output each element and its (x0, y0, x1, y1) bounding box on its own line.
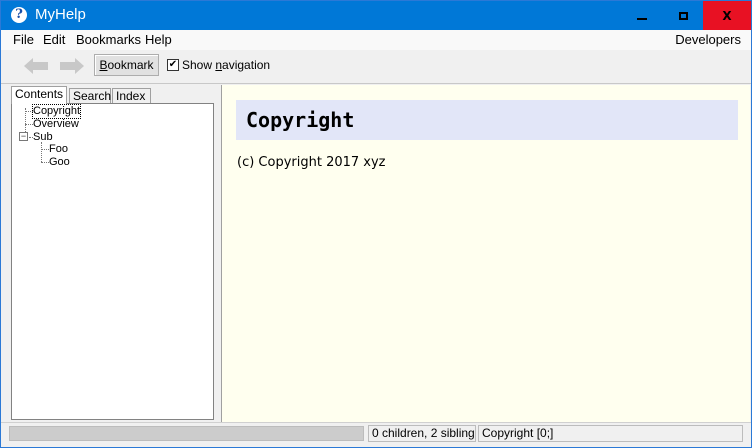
status-location: Copyright [0;] (478, 425, 743, 442)
maximize-icon (679, 11, 688, 20)
menu-file[interactable]: File (13, 32, 34, 48)
menu-edit[interactable]: Edit (43, 32, 65, 48)
show-navigation-label[interactable]: Show navigation (182, 58, 270, 72)
back-arrow-icon[interactable] (23, 57, 49, 75)
tree-connector (41, 162, 49, 163)
tree-connector (41, 142, 42, 162)
tab-search[interactable]: Search (69, 88, 111, 104)
content-pane[interactable]: Copyright (c) Copyright 2017 xyz (221, 85, 750, 422)
toolbar: Bookmark ✔ Show navigation (1, 50, 751, 84)
status-bar: 0 children, 2 siblings Copyright [0;] (1, 422, 751, 447)
forward-arrow-icon[interactable] (59, 57, 85, 75)
maximize-button[interactable] (661, 1, 706, 30)
app-window: ? MyHelp X File Edit Bookmarks Help Deve… (0, 0, 752, 448)
close-button[interactable]: X (703, 1, 751, 30)
menu-bookmarks[interactable]: Bookmarks (76, 32, 141, 48)
show-navigation-checkbox[interactable]: ✔ (167, 59, 179, 71)
content-heading: Copyright (236, 100, 738, 140)
progress-bar (9, 426, 364, 441)
menu-developers[interactable]: Developers (675, 32, 741, 48)
close-icon: X (722, 8, 732, 23)
tab-contents[interactable]: Contents (11, 86, 67, 104)
menu-help[interactable]: Help (145, 32, 172, 48)
tree-item-foo[interactable]: Foo (49, 143, 68, 156)
help-app-icon: ? (11, 7, 27, 23)
minimize-icon (636, 17, 647, 20)
tree-item-overview[interactable]: Overview (33, 118, 79, 131)
window-title: MyHelp (35, 6, 86, 23)
tree-connector (25, 124, 33, 125)
navigation-panel: Contents Search Index − Copyright Overvi… (8, 85, 216, 422)
tree-connector (41, 149, 49, 150)
menu-bar: File Edit Bookmarks Help Developers (1, 30, 751, 50)
tree-connector (25, 111, 33, 112)
content-text: (c) Copyright 2017 xyz (237, 155, 386, 170)
status-children-count: 0 children, 2 siblings (368, 425, 476, 442)
tab-index[interactable]: Index (112, 88, 151, 104)
title-bar[interactable]: ? MyHelp X (1, 1, 751, 30)
bookmark-button[interactable]: Bookmark (94, 54, 159, 76)
tree-item-goo[interactable]: Goo (49, 156, 70, 169)
contents-tree[interactable]: − Copyright Overview Sub Foo Goo (11, 103, 214, 420)
minimize-button[interactable] (619, 1, 664, 30)
tree-item-copyright[interactable]: Copyright (31, 104, 82, 119)
collapse-icon[interactable]: − (19, 132, 28, 141)
